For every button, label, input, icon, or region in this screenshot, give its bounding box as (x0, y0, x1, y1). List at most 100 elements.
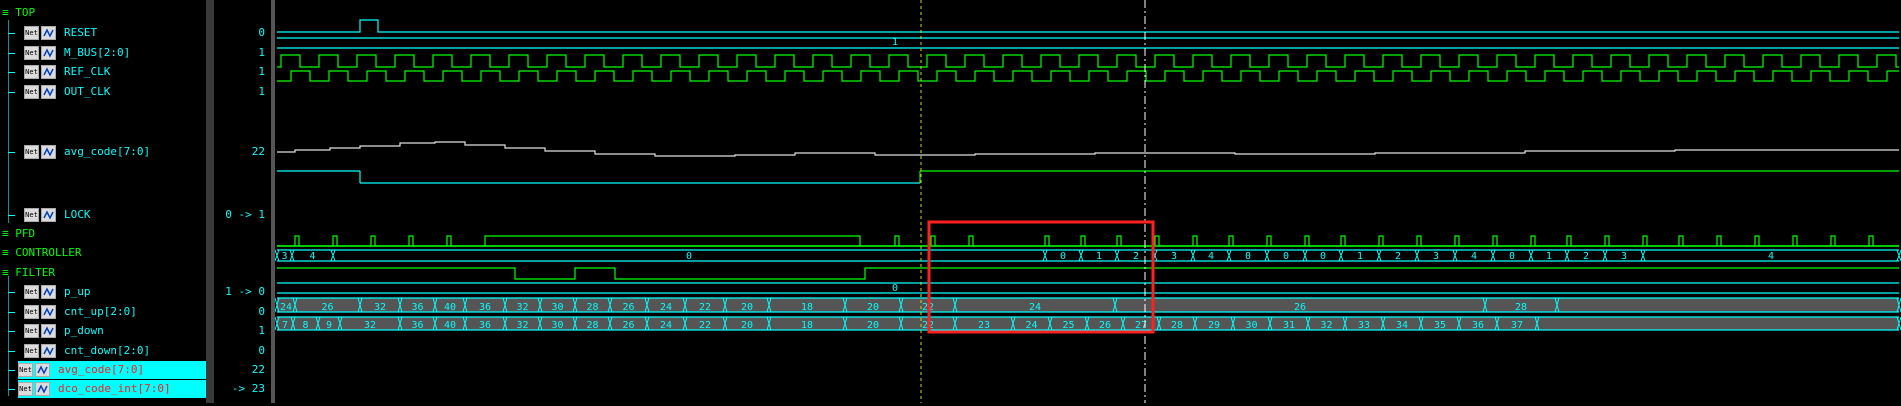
cnt-up-bus-transition (1896, 249, 1901, 262)
cnt-up-bus-transition (1528, 249, 1534, 262)
avg-code-bus-value-label: 20 (867, 302, 879, 313)
cnt-up-bus-transition (1264, 249, 1270, 262)
signal-name: avg_code[7:0] (64, 145, 151, 158)
dco-code-int-bus-value-label: 40 (444, 320, 456, 331)
signal-name: p_down (64, 324, 104, 337)
signal-row[interactable]: Net avg_code[7:0] (18, 361, 206, 379)
signal-value: 0 (258, 26, 265, 39)
net-type-icon: Net (24, 26, 39, 40)
cnt-up-bus-value-label: 0 (1245, 251, 1251, 262)
panel-divider[interactable] (206, 0, 214, 403)
signal-group[interactable]: ≡ FILTER (2, 264, 55, 282)
dco-code-int-bus-value-label: 33 (1358, 320, 1370, 331)
tree-branch (8, 292, 15, 293)
signal-row[interactable]: Net REF_CLK (24, 63, 110, 81)
cnt-up-bus-transition (1490, 249, 1496, 262)
cnt-up-bus-value-label: 0 (686, 251, 692, 262)
signal-group[interactable]: ≡ CONTROLLER (2, 244, 81, 262)
avg-code-bus-value-label: 24 (280, 302, 292, 313)
cnt-up-bus-transition (1602, 249, 1608, 262)
group-expand-icon[interactable]: ≡ (2, 227, 15, 240)
bus-input-icon (41, 85, 56, 99)
p-up-pulses-3 (277, 235, 1899, 247)
dco-code-int-bus-value-label: 34 (1396, 320, 1408, 331)
avg-code-bus-value-label: 28 (1515, 302, 1527, 313)
bus-input-icon (41, 324, 56, 338)
cnt-up-bus-transition (1414, 249, 1420, 262)
dco-code-int-bus-value-label: 28 (586, 320, 598, 331)
waveform-canvas[interactable]: 103 4 0 0 1 2 3 4 0 0 0 1 2 3 4 0 1 2 3 424 26 32 36 40 36 32 30 28… (274, 0, 1901, 403)
cnt-up-bus-value-label: 0 (1283, 251, 1289, 262)
dco-code-int-bus-value-label: 35 (1434, 320, 1446, 331)
signal-name: cnt_down[2:0] (64, 344, 151, 357)
net-type-icon: Net (18, 382, 33, 396)
cnt-up-bus-value-label: 4 (1471, 251, 1477, 262)
tree-branch (8, 53, 15, 54)
cnt-up-bus-transition (1376, 249, 1382, 262)
dco-code-int-bus-value-label: 22 (699, 320, 711, 331)
avg-code-bus-value-label: 28 (586, 302, 598, 313)
cnt-up-bus-transition (1190, 249, 1196, 262)
cnt-up-bus-value-label: 4 (309, 251, 315, 262)
signal-name: REF_CLK (64, 65, 111, 78)
dco-code-int-bus-value-label: 7 (282, 320, 288, 331)
cnt-up-bus-value-label: 3 (1621, 251, 1627, 262)
signal-row[interactable]: Net RESET (24, 24, 97, 42)
signal-value: 1 (258, 46, 265, 59)
cnt-up-bus-value-label: 1 (1546, 251, 1552, 262)
signal-row[interactable]: Net cnt_up[2:0] (24, 303, 137, 321)
cnt-up-bus-transition (1640, 249, 1646, 262)
signal-row[interactable]: Net dco_code_int[7:0] (18, 380, 206, 398)
cnt-up-bus-value-label: 3 (1433, 251, 1439, 262)
signal-value: 22 (251, 145, 265, 158)
reg-icon (35, 382, 50, 396)
avg-code-bus-value-label: 26 (622, 302, 634, 313)
bus-input-icon (41, 46, 56, 60)
cnt-up-bus-transition (1042, 249, 1048, 262)
cnt-up-bus-transition (330, 249, 336, 262)
dco-code-int-bus-value-label: 30 (1245, 320, 1257, 331)
signal-value: 22 (251, 363, 265, 376)
signal-group[interactable]: ≡ PFD (2, 225, 35, 243)
cnt-up-bus-value-label: 0 (1320, 251, 1326, 262)
signal-row[interactable]: Net p_down (24, 322, 104, 340)
tree-branch (8, 389, 15, 390)
dco-code-int-bus-value-label: 32 (1320, 320, 1332, 331)
dco-code-int-bus-value-label: 20 (867, 320, 879, 331)
tree-branch (8, 370, 15, 371)
bit-icon (41, 26, 56, 40)
signal-row[interactable]: Net avg_code[7:0] (24, 143, 150, 161)
bit-icon (41, 65, 56, 79)
signal-name-panel: ≡ TOP Net RESET Net M_BUS[2:0] Net REF_CLK Net O… (0, 0, 206, 403)
dco-code-int-bus-value-label: 32 (516, 320, 528, 331)
reg-icon (35, 363, 50, 377)
signal-group[interactable]: ≡ TOP (2, 4, 35, 22)
signal-row[interactable]: Net p_up (24, 283, 91, 301)
signal-value: 1 -> 0 (225, 285, 265, 298)
p-down-wave (277, 267, 1899, 280)
group-expand-icon[interactable]: ≡ (2, 6, 15, 19)
signal-row[interactable]: Net LOCK (24, 206, 91, 224)
analog-icon (41, 145, 56, 159)
avg-code-bus-value-label: 32 (374, 302, 386, 313)
cnt-up-bus-transition (1114, 249, 1120, 262)
cnt-up-bus-transition (1564, 249, 1570, 262)
net-type-icon: Net (24, 344, 39, 358)
avg-code-bus-value-label: 26 (1294, 302, 1306, 313)
cnt-up-bus-transition (289, 249, 295, 262)
avg-code-bus-value-label: 18 (801, 302, 813, 313)
signal-row[interactable]: Net cnt_down[2:0] (24, 342, 150, 360)
signal-row[interactable]: Net OUT_CLK (24, 83, 110, 101)
cnt-up-bus-value-label: 2 (1395, 251, 1401, 262)
avg-code-bus-value-label: 24 (1029, 302, 1041, 313)
group-expand-icon[interactable]: ≡ (2, 246, 15, 259)
tree-trunk (8, 276, 9, 396)
tree-trunk (8, 20, 9, 223)
cnt-up-bus-value-label: 4 (1208, 251, 1214, 262)
cnt-up-bus-value-label: 1 (1357, 251, 1363, 262)
signal-name: dco_code_int[7:0] (58, 382, 171, 395)
signal-row[interactable]: Net M_BUS[2:0] (24, 44, 130, 62)
dco-code-int-bus-value-label: 26 (1099, 320, 1111, 331)
waveform-panel[interactable]: 1 0 3 4 0 0 1 2 3 4 0 0 0 1 2 3 4 0 1 2 3 4 24 26 32 36 40 36 32 30 28… (274, 0, 1901, 403)
avg-code-bus-value-label: 40 (444, 302, 456, 313)
